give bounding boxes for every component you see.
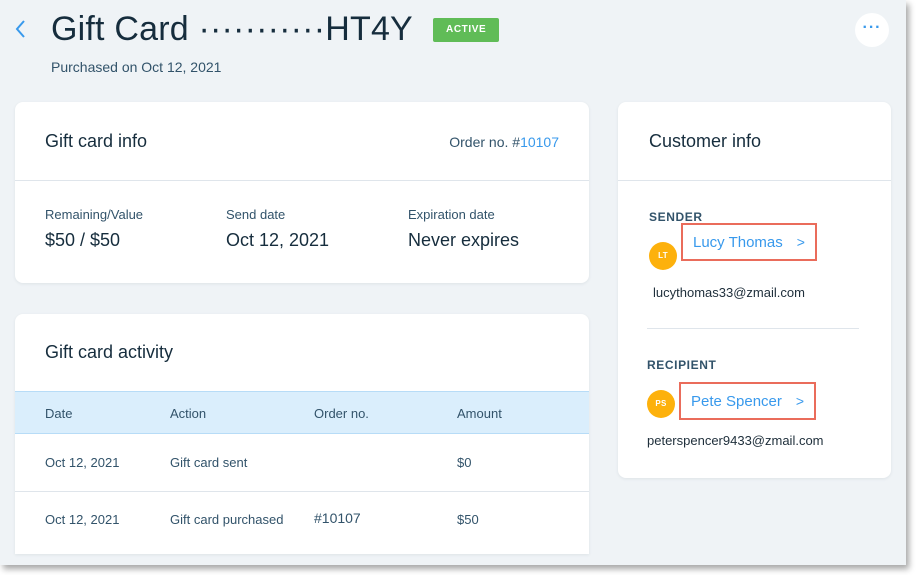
- field-value: Oct 12, 2021: [226, 230, 330, 250]
- customer-info-card: Customer info SENDER LT Lucy Thomas > luc…: [618, 102, 891, 478]
- sender-name-link[interactable]: Lucy Thomas >: [681, 223, 817, 261]
- more-actions-button[interactable]: ···: [855, 13, 889, 47]
- status-badge: ACTIVE: [433, 18, 500, 42]
- recipient-section-label: RECIPIENT: [647, 358, 717, 372]
- gift-card-activity-card: Gift card activity Date Action Order no.…: [15, 314, 589, 554]
- expiration-date-field: Expiration date Never expires: [408, 207, 519, 251]
- field-label: Send date: [226, 207, 286, 222]
- send-date-field: Send date Oct 12, 2021: [226, 207, 329, 251]
- row-date: Oct 12, 2021: [45, 455, 120, 470]
- table-header: Date Action Order no. Amount: [15, 391, 589, 434]
- sender-email: lucythomas33@zmail.com: [653, 285, 805, 300]
- chevron-right-icon: >: [795, 393, 805, 409]
- column-header-amount[interactable]: Amount: [457, 406, 502, 421]
- more-dots-icon: ···: [862, 19, 882, 36]
- row-amount: $0: [457, 455, 472, 470]
- card-title: Gift card info: [45, 131, 148, 151]
- table-row: Oct 12, 2021 Gift card sent $0: [15, 434, 589, 491]
- remaining-value-field: Remaining/Value $50 / $50: [45, 207, 143, 251]
- table-row: Oct 12, 2021 Gift card purchased #10107 …: [15, 491, 589, 548]
- recipient-name-link[interactable]: Pete Spencer >: [679, 382, 817, 420]
- column-header-date[interactable]: Date: [45, 406, 72, 421]
- field-label: Remaining/Value: [45, 207, 144, 222]
- row-order-link[interactable]: #10107: [314, 510, 361, 526]
- row-action: Gift card purchased: [170, 512, 284, 527]
- column-header-action[interactable]: Action: [170, 406, 206, 421]
- gift-card-page: Gift Card ···········HT4Y ACTIVE Purchas…: [0, 0, 906, 565]
- field-value: Never expires: [408, 230, 520, 250]
- card-title: Customer info: [649, 131, 762, 151]
- sender-avatar: LT: [649, 242, 677, 270]
- field-value: $50 / $50: [45, 230, 121, 250]
- page-title: Gift Card ···········HT4Y: [51, 10, 413, 48]
- recipient-email: peterspencer9433@zmail.com: [647, 433, 824, 448]
- back-chevron-icon[interactable]: [14, 18, 30, 44]
- recipient-avatar: PS: [647, 390, 675, 418]
- order-prefix: Order no. #: [449, 134, 521, 150]
- divider: [618, 180, 891, 181]
- divider: [15, 180, 589, 181]
- sender-section-label: SENDER: [649, 210, 703, 224]
- sender-name: Lucy Thomas: [693, 234, 783, 251]
- chevron-right-icon: >: [796, 234, 805, 250]
- card-title: Gift card activity: [45, 342, 174, 362]
- field-label: Expiration date: [408, 207, 495, 222]
- recipient-name: Pete Spencer: [691, 393, 782, 410]
- row-date: Oct 12, 2021: [45, 512, 120, 527]
- order-number-link[interactable]: 10107: [520, 134, 559, 150]
- column-header-order[interactable]: Order no.: [314, 406, 369, 421]
- row-action: Gift card sent: [170, 455, 248, 470]
- section-divider: [647, 328, 859, 329]
- row-amount: $50: [457, 512, 479, 527]
- order-number: Order no. #10107: [449, 134, 559, 150]
- purchase-date-subtitle: Purchased on Oct 12, 2021: [51, 59, 222, 75]
- gift-card-info-card: Gift card info Order no. #10107 Remainin…: [15, 102, 589, 283]
